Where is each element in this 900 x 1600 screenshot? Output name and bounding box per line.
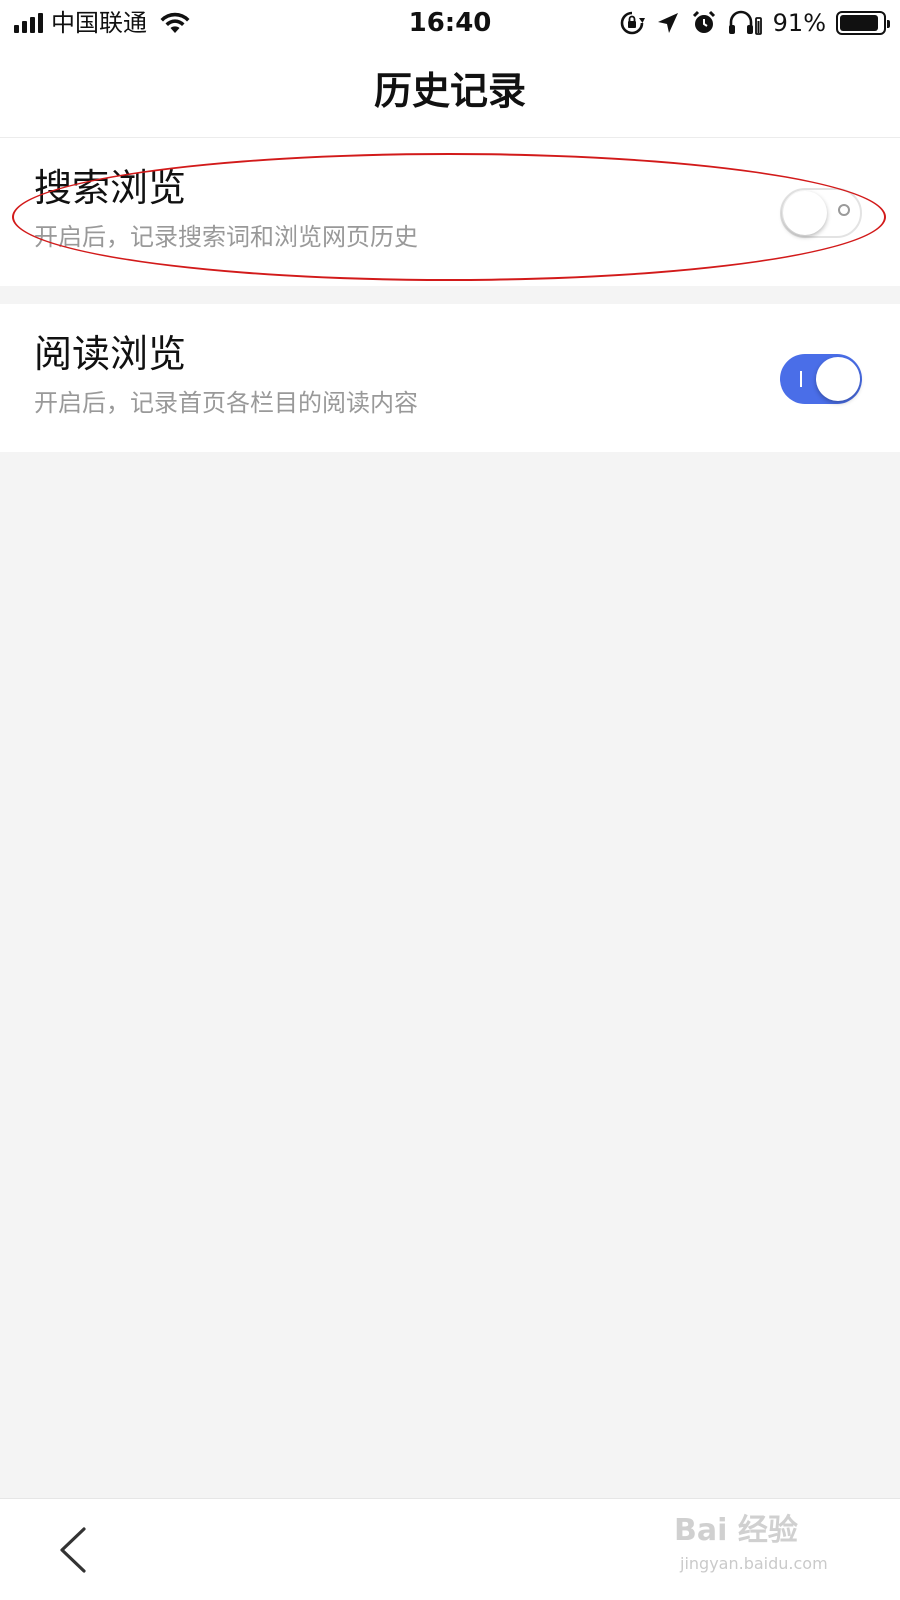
location-arrow-icon xyxy=(657,13,678,33)
toggle-state-mark xyxy=(838,204,850,216)
status-bar: 中国联通 16:40 91% xyxy=(0,0,900,46)
battery-icon xyxy=(836,11,890,35)
battery-tip xyxy=(887,20,890,28)
setting-row-reading-browsing: 阅读浏览 开启后，记录首页各栏目的阅读内容 xyxy=(0,304,900,452)
watermark-url: jingyan.baidu.com xyxy=(680,1554,828,1573)
setting-title: 阅读浏览 xyxy=(34,332,187,376)
toggle-knob xyxy=(783,191,827,235)
setting-description: 开启后，记录搜索词和浏览网页历史 xyxy=(34,223,418,251)
reading-browsing-toggle[interactable] xyxy=(780,354,862,404)
setting-title: 搜索浏览 xyxy=(34,166,187,210)
nav-header: 历史记录 xyxy=(0,46,900,138)
alarm-icon xyxy=(692,10,715,33)
back-chevron-icon[interactable] xyxy=(50,1523,100,1577)
status-bar-right: 91% xyxy=(619,8,890,38)
watermark-logo: Bai 经验 xyxy=(674,1513,798,1548)
history-settings-screen: 中国联通 16:40 91% 历史记录 搜索浏览 开启后，记录搜索词和浏览网页历… xyxy=(0,0,900,1600)
search-browsing-toggle[interactable] xyxy=(780,188,862,238)
page-title: 历史记录 xyxy=(373,69,526,113)
toggle-knob xyxy=(816,357,860,401)
setting-row-search-browsing: 搜索浏览 开启后，记录搜索词和浏览网页历史 xyxy=(0,138,900,286)
battery-fill xyxy=(840,15,879,31)
headphones-icon xyxy=(728,10,762,35)
setting-description: 开启后，记录首页各栏目的阅读内容 xyxy=(34,389,418,417)
rotation-lock-icon xyxy=(620,11,645,35)
battery-percent: 91% xyxy=(772,9,826,37)
bottom-toolbar: Bai 经验 jingyan.baidu.com xyxy=(0,1498,900,1600)
baidu-jingyan-watermark: Bai 经验 jingyan.baidu.com xyxy=(674,1511,844,1589)
toggle-state-mark xyxy=(800,371,802,387)
